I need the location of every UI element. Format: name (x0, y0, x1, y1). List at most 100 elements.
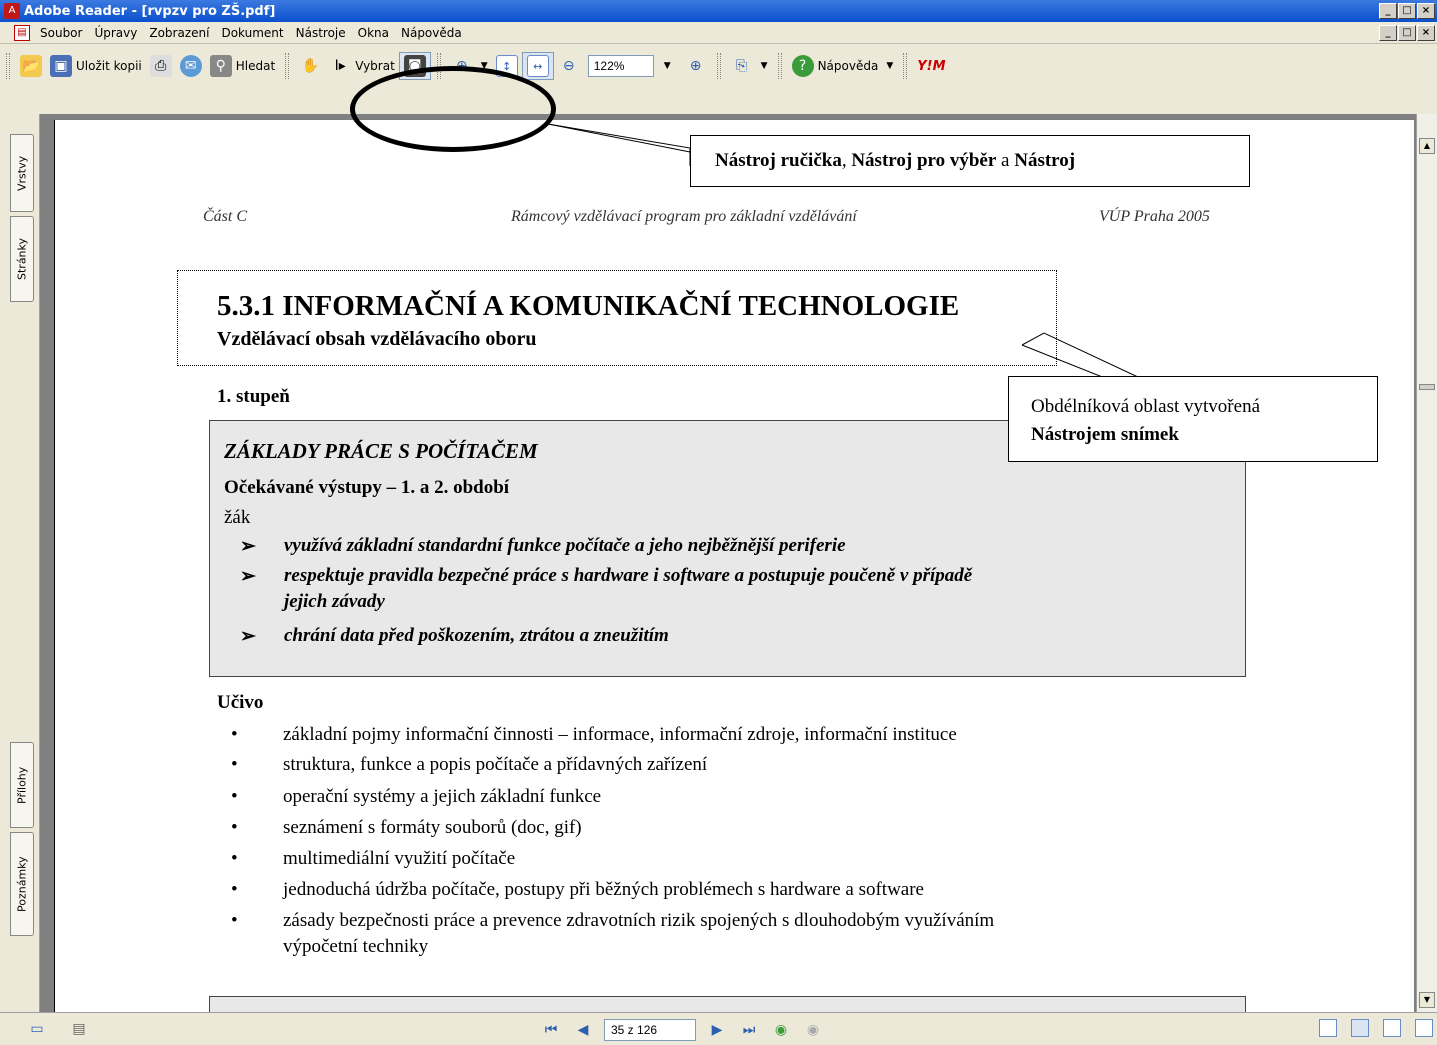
facing-pages-icon[interactable] (1383, 1019, 1401, 1037)
yahoo-button[interactable]: Y!M (913, 52, 949, 80)
zoom-dropdown-icon[interactable]: ▼ (664, 61, 671, 71)
doc-close-button[interactable]: × (1417, 25, 1435, 41)
fit-width-icon: ↔ (526, 55, 549, 77)
toolbar-grip-5[interactable] (777, 53, 782, 79)
first-page-icon[interactable]: ⏮ (540, 1019, 562, 1041)
print-button[interactable]: ⎙ (146, 52, 176, 80)
window-title: Adobe Reader - [rvpzv pro ZŠ.pdf] (24, 3, 276, 19)
doc-minimize-button[interactable]: _ (1379, 25, 1397, 41)
zoom-in-button[interactable]: ⊕ (681, 52, 711, 80)
curriculum-heading: Učivo (217, 692, 264, 713)
email-globe-icon: ✉ (179, 55, 202, 77)
previous-page-icon[interactable]: ◀ (572, 1019, 594, 1041)
curriculum-item-continuation: výpočetní techniky (283, 936, 429, 957)
page-number-input[interactable] (604, 1019, 696, 1041)
arrow-bullet-icon: ➢ (240, 566, 256, 587)
adobe-reader-icon: A (4, 3, 20, 19)
binoculars-icon: ⚲ (209, 55, 232, 77)
menu-upravy[interactable]: Úpravy (88, 26, 143, 40)
menu-zobrazeni[interactable]: Zobrazení (143, 26, 215, 40)
tool-highlight-ellipse (350, 66, 556, 152)
scroll-down-arrow-icon[interactable]: ▼ (1419, 992, 1435, 1008)
toolbar-grip-6[interactable] (903, 53, 908, 79)
doc-restore-button[interactable]: □ (1398, 25, 1416, 41)
plus-circle-icon: ⊕ (689, 58, 702, 74)
outcome-item-continuation: jejich závady (240, 591, 385, 613)
rotate-view-button[interactable]: ⎘ ▼ (727, 52, 772, 80)
pdf-document-icon: ▤ (14, 24, 30, 41)
outcome-item: ➢ využívá základní standardní funkce poč… (240, 535, 846, 558)
menu-napoveda[interactable]: Nápověda (395, 26, 468, 40)
outcome-item: ➢ respektuje pravidla bezpečné práce s h… (240, 565, 972, 588)
help-button[interactable]: ? Nápověda ▼ (788, 52, 898, 80)
single-page-icon[interactable] (1319, 1019, 1337, 1037)
tab-poznamky[interactable]: Poznámky (10, 832, 34, 936)
page-options-icon[interactable]: ▤ (68, 1018, 90, 1040)
outcomes-box-subtitle: Očekávané výstupy – 1. a 2. období (224, 477, 510, 498)
title-bar: A Adobe Reader - [rvpzv pro ZŠ.pdf] _ □ … (0, 0, 1437, 22)
scroll-thumb[interactable] (1419, 384, 1435, 390)
next-view-icon[interactable]: ◉ (802, 1019, 824, 1041)
zoom-out-button[interactable]: ⊖ (554, 52, 584, 80)
curriculum-item: • seznámení s formáty souborů (doc, gif) (231, 817, 582, 838)
page-layout-buttons (1319, 1019, 1433, 1037)
curriculum-item: • zásady bezpečnosti práce a prevence zdr… (231, 910, 995, 931)
chevron-down-icon: ▼ (760, 61, 768, 71)
save-copy-button[interactable]: ▣ Uložit kopii (46, 52, 146, 80)
menu-dokument[interactable]: Dokument (215, 26, 289, 40)
tab-prilohy[interactable]: Přílohy (10, 742, 34, 828)
select-label: Vybrat (355, 59, 395, 73)
page-navigation: ⏮ ◀ ▶ ⏭ ◉ ◉ (540, 1017, 824, 1043)
tab-stranky[interactable]: Stránky (10, 216, 34, 302)
arrow-bullet-icon: ➢ (240, 626, 256, 647)
curriculum-item: • základní pojmy informační činnosti – in… (231, 724, 957, 745)
level-heading: 1. stupeň (217, 386, 290, 407)
toolbar: 📂 ▣ Uložit kopii ⎙ ✉ ⚲ Hledat ✋ I▸ Vybra… (0, 44, 1437, 114)
yahoo-logo-icon: Y!M (917, 58, 946, 74)
curriculum-item: • struktura, funkce a popis počítače a př… (231, 754, 708, 775)
continuous-facing-icon[interactable] (1415, 1019, 1433, 1037)
toolbar-grip-4[interactable] (716, 53, 721, 79)
outcomes-box-pupil: žák (224, 507, 251, 528)
menu-okna[interactable]: Okna (352, 26, 395, 40)
text-cursor-icon: I▸ (334, 58, 346, 74)
maximize-button[interactable]: □ (1398, 3, 1416, 19)
chevron-down-icon: ▼ (886, 61, 894, 71)
open-folder-icon: 📂 (20, 55, 42, 77)
outcome-item: ➢ chrání data před poškozením, ztrátou a… (240, 625, 669, 648)
outcome-text: využívá základní standardní funkce počít… (284, 535, 846, 556)
vertical-scrollbar[interactable]: ▲ ▼ (1416, 114, 1437, 1012)
tools-callout: Nástroj ručička, Nástroj pro výběr a Nás… (690, 135, 1250, 187)
hand-tool-button[interactable]: ✋ (295, 52, 325, 80)
last-page-icon[interactable]: ⏭ (738, 1019, 760, 1041)
page-header-right: VÚP Praha 2005 (1099, 208, 1210, 225)
section-subheading: Vzdělávací obsah vzdělávacího oboru (217, 328, 537, 350)
save-copy-label: Uložit kopii (76, 59, 142, 73)
document-area[interactable]: Část C Rámcový vzdělávací program pro zá… (40, 114, 1416, 1012)
open-button[interactable]: 📂 (16, 52, 46, 80)
search-button[interactable]: ⚲ Hledat (206, 52, 279, 80)
hand-icon: ✋ (301, 58, 319, 74)
next-page-icon[interactable]: ▶ (706, 1019, 728, 1041)
menu-soubor[interactable]: Soubor (34, 26, 88, 40)
scroll-up-arrow-icon[interactable]: ▲ (1419, 138, 1435, 154)
search-label: Hledat (235, 59, 276, 73)
email-button[interactable]: ✉ (176, 52, 206, 80)
curriculum-item: • multimediální využití počítače (231, 848, 516, 869)
tab-vrstvy[interactable]: Vrstvy (10, 134, 34, 212)
minimize-button[interactable]: _ (1379, 3, 1397, 19)
zoom-level-input[interactable] (587, 55, 654, 77)
section-heading: 5.3.1 INFORMAČNÍ A KOMUNIKAČNÍ TECHNOLOG… (217, 290, 960, 322)
continuous-page-icon[interactable] (1351, 1019, 1369, 1037)
menu-nastroje[interactable]: Nástroje (290, 26, 352, 40)
rotate-page-icon: ⎘ (736, 58, 748, 74)
previous-view-icon[interactable]: ◉ (770, 1019, 792, 1041)
close-button[interactable]: × (1417, 3, 1435, 19)
toolbar-grip[interactable] (6, 53, 10, 79)
fit-width-button[interactable]: ↔ (521, 52, 554, 80)
toolbar-grip-2[interactable] (285, 53, 290, 79)
arrow-bullet-icon: ➢ (240, 536, 256, 557)
navigation-panel: Vrstvy Stránky Přílohy Poznámky (0, 114, 40, 1012)
monitor-icon[interactable]: ▭ (26, 1018, 48, 1040)
menu-bar: ▤ Soubor Úpravy Zobrazení Dokument Nástr… (0, 22, 1437, 44)
